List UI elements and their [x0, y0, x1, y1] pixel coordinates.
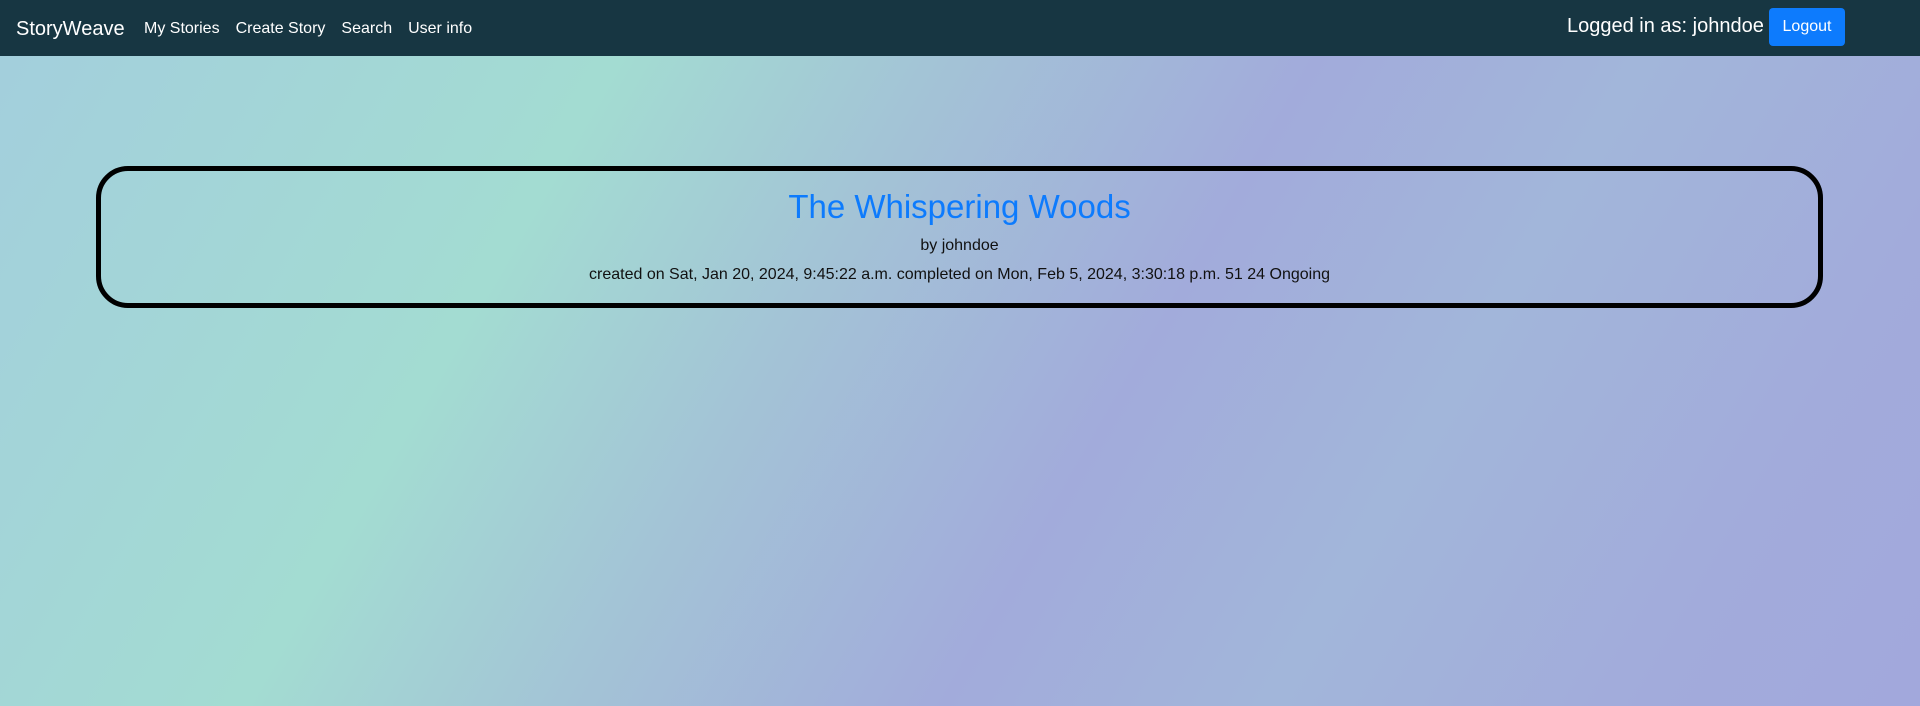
nav-link-user-info[interactable]: User info	[408, 18, 472, 40]
logout-button[interactable]: Logout	[1769, 8, 1845, 46]
nav-link-create-story[interactable]: Create Story	[236, 18, 326, 40]
story-card: The Whispering Woods by johndoe created …	[96, 166, 1823, 308]
story-count-a: 51	[1225, 266, 1243, 283]
nav-link-search[interactable]: Search	[341, 18, 392, 40]
story-status: Ongoing	[1269, 266, 1331, 283]
story-author: by johndoe	[920, 237, 999, 254]
story-title-link[interactable]: The Whispering Woods	[101, 187, 1818, 227]
brand-link[interactable]: StoryWeave	[16, 16, 125, 42]
story-created-date: created on Sat, Jan 20, 2024, 9:45:22 a.…	[589, 266, 893, 283]
top-navbar: StoryWeave My Stories Create Story Searc…	[0, 0, 1920, 56]
logged-in-status: Logged in as: johndoe	[1567, 15, 1764, 37]
story-completed-date: completed on Mon, Feb 5, 2024, 3:30:18 p…	[896, 266, 1221, 283]
story-meta: created on Sat, Jan 20, 2024, 9:45:22 a.…	[101, 265, 1818, 285]
story-count-b: 24	[1247, 266, 1266, 283]
nav-links: My Stories Create Story Search User info	[144, 18, 472, 40]
nav-link-my-stories[interactable]: My Stories	[144, 18, 220, 40]
